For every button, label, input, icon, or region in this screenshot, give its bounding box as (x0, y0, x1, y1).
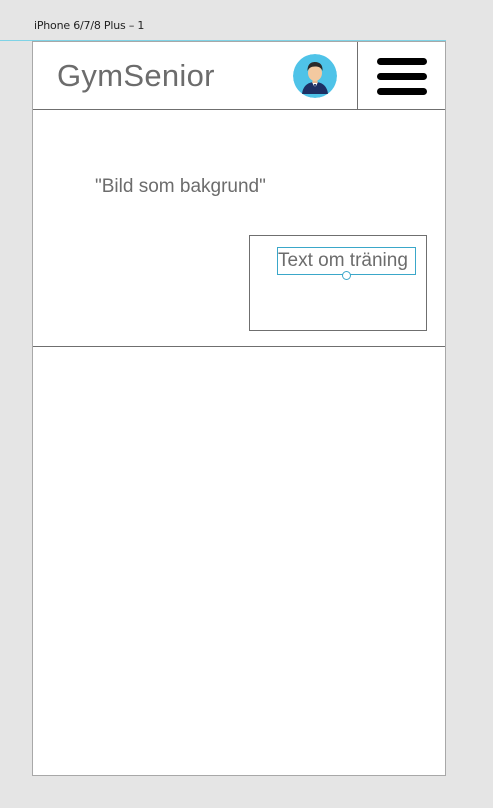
person-avatar-icon[interactable] (293, 54, 337, 98)
hero-section: "Bild som bakgrund" Text om träning (33, 110, 445, 347)
app-header: GymSenior (33, 42, 445, 110)
training-info-box[interactable]: Text om träning (249, 235, 427, 331)
artboard[interactable]: GymSenior "Bild som bakgrund" Text om tr… (32, 41, 446, 776)
artboard-label[interactable]: iPhone 6/7/8 Plus – 1 (34, 19, 144, 32)
menu-divider (357, 42, 358, 110)
brand-title[interactable]: GymSenior (57, 58, 215, 94)
background-image-placeholder: "Bild som bakgrund" (95, 176, 266, 197)
hamburger-menu-icon[interactable] (377, 56, 427, 96)
text-resize-handle[interactable] (342, 271, 351, 280)
